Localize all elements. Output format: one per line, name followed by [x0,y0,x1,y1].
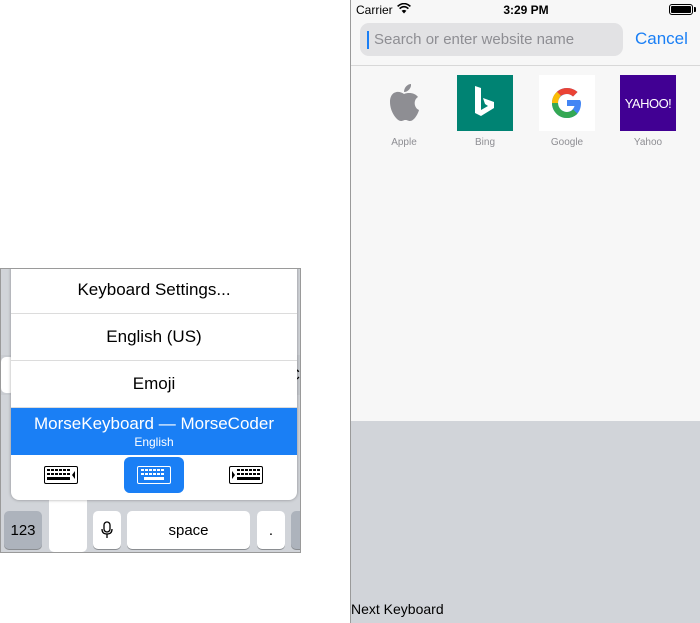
next-keyboard-button[interactable]: Next Keyboard [351,601,444,617]
numbers-key[interactable]: 123 [4,511,42,549]
yahoo-logo-text: YAHOO! [624,95,672,111]
custom-keyboard-area: Next Keyboard [351,421,700,623]
google-icon [539,75,595,131]
menu-item-sublabel: English [134,435,174,449]
menu-item-morse-keyboard[interactable]: MorseKeyboard — MorseCoder English [11,408,297,455]
space-key[interactable]: space [127,511,250,549]
numbers-key-label: 123 [10,521,36,539]
search-input[interactable] [374,23,614,56]
keyboard-right-layout-button[interactable] [216,457,276,493]
keyboard-switcher-popup: Keyboard Settings... English (US) Emoji … [11,269,297,500]
apple-icon [376,75,432,131]
favorite-google[interactable]: Google [538,75,596,148]
phone-screen: Carrier 3:29 PM Cancel Apple [350,0,700,623]
battery-icon [669,4,693,15]
favorite-label: Bing [474,137,495,148]
period-key-label: . [268,521,274,539]
keyboard-right-icon [229,466,263,484]
keyboard-left-icon [44,466,78,484]
favorite-apple[interactable]: Apple [375,75,433,148]
menu-item-label: English (US) [106,327,202,346]
menu-item-emoji[interactable]: Emoji [11,361,297,408]
text-caret [367,31,369,49]
favorite-label: Apple [391,137,417,148]
search-field[interactable] [360,23,623,56]
dictation-key[interactable] [93,511,121,549]
keyboard-center-layout-button[interactable] [124,457,184,493]
menu-item-label: Emoji [132,374,176,393]
menu-item-label: Keyboard Settings... [77,280,231,299]
keyboard-left-layout-button[interactable] [31,457,91,493]
keyboard-picker-panel: C Keyboard Settings... English (US) Emoj… [0,268,301,553]
favorite-label: Google [550,137,584,148]
favorite-bing[interactable]: Bing [456,75,514,148]
cancel-button[interactable]: Cancel [635,29,688,49]
globe-key-popup-tail [49,494,87,552]
keyboard-center-icon [137,466,171,484]
period-key[interactable]: . [257,511,285,549]
status-bar: Carrier 3:29 PM [351,0,700,20]
space-key-label: space [168,521,209,539]
status-time: 3:29 PM [503,3,549,17]
return-key-edge[interactable] [291,511,300,549]
bing-icon [457,75,513,131]
menu-item-label: MorseKeyboard — MorseCoder [34,414,274,433]
microphone-icon [101,521,113,538]
yahoo-icon: YAHOO! [620,75,676,131]
favorite-yahoo[interactable]: YAHOO! Yahoo [619,75,677,148]
menu-item-english-us[interactable]: English (US) [11,314,297,361]
battery-nub [694,7,696,12]
favorite-label: Yahoo [633,137,663,148]
address-bar: Cancel [351,20,700,66]
menu-item-keyboard-settings[interactable]: Keyboard Settings... [11,269,297,314]
